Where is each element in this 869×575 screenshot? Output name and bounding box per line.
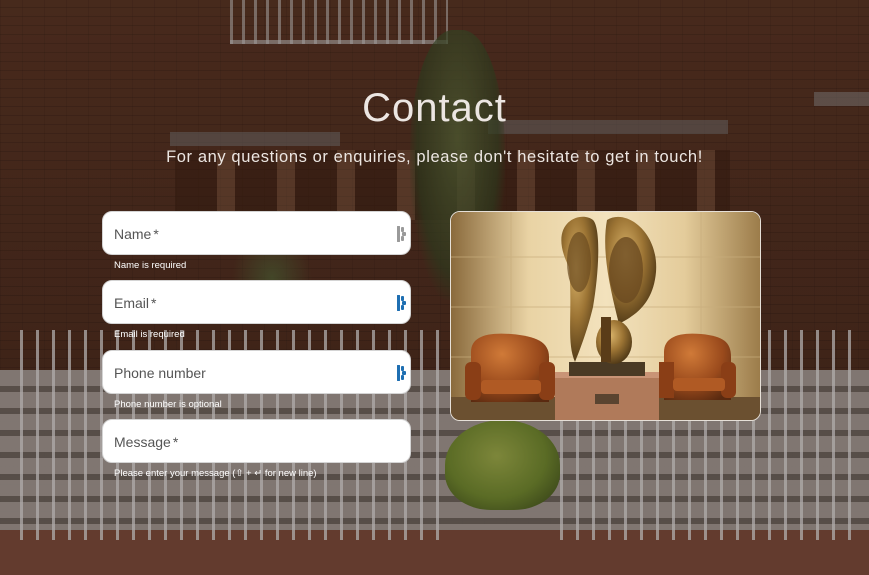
name-field-group: Name * Name is required bbox=[102, 211, 411, 271]
phone-field-group: Phone number Phone number is optional bbox=[102, 350, 411, 410]
phone-input[interactable] bbox=[114, 361, 384, 385]
name-input[interactable] bbox=[114, 222, 384, 246]
phone-helper-text: Phone number is optional bbox=[114, 399, 222, 410]
page-title: Contact bbox=[362, 86, 507, 130]
name-field[interactable]: Name * bbox=[102, 211, 411, 255]
message-input[interactable] bbox=[114, 430, 384, 454]
lobby-sculpture-illustration bbox=[451, 212, 760, 420]
message-helper-text: Please enter your message (⇧ + ↵ for new… bbox=[114, 468, 317, 479]
email-input[interactable] bbox=[114, 291, 384, 315]
autofill-icon[interactable] bbox=[397, 295, 407, 311]
autofill-icon[interactable] bbox=[397, 226, 407, 242]
message-field[interactable]: Message * bbox=[102, 419, 411, 463]
lobby-sculpture-photo bbox=[450, 211, 761, 421]
email-field-group: Email * Email is required bbox=[102, 280, 411, 340]
page-subtitle: For any questions or enquiries, please d… bbox=[166, 148, 703, 166]
email-field[interactable]: Email * bbox=[102, 280, 411, 324]
name-helper-text: Name is required bbox=[114, 260, 187, 271]
phone-field[interactable]: Phone number bbox=[102, 350, 411, 394]
autofill-icon[interactable] bbox=[397, 365, 407, 381]
email-helper-text: Email is required bbox=[114, 329, 185, 340]
message-field-group: Message * Please enter your message (⇧ + … bbox=[102, 419, 411, 479]
